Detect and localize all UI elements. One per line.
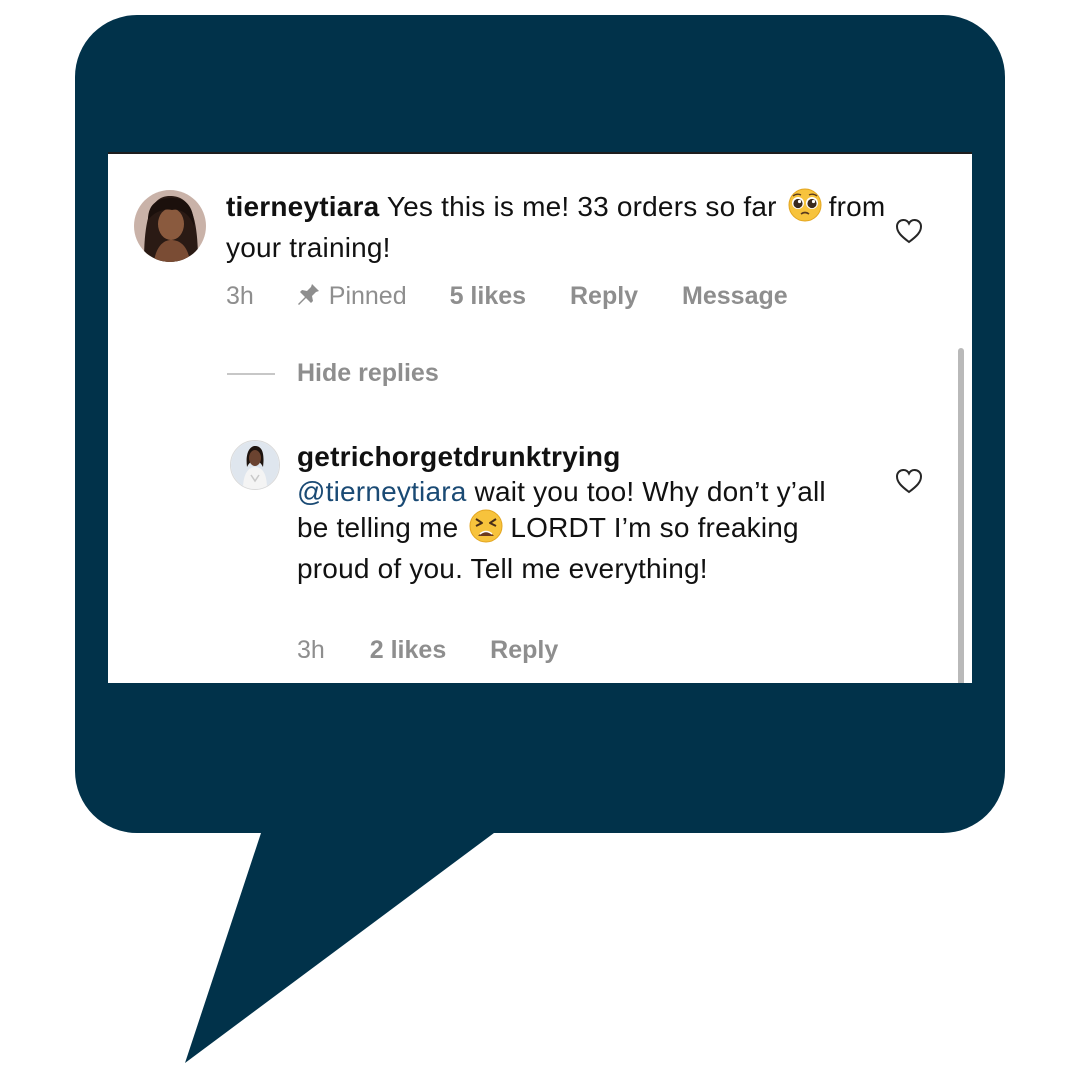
reply-time: 3h — [297, 636, 325, 664]
reply-likes[interactable]: 2 likes — [370, 636, 446, 665]
comment-time: 3h — [226, 282, 254, 310]
reply-username[interactable]: getrichorgetdrunktrying — [297, 441, 621, 472]
comment-likes[interactable]: 5 likes — [450, 282, 526, 311]
pinned-label: Pinned — [328, 282, 407, 310]
reply-reply-button[interactable]: Reply — [490, 636, 558, 665]
comment-body: Yes this is me! 33 orders so far — [386, 191, 777, 222]
pin-icon — [295, 280, 321, 313]
reply-meta: 3h 2 likes Reply — [297, 636, 558, 665]
avatar[interactable] — [134, 190, 206, 262]
pinned-label-group: Pinned — [295, 280, 407, 313]
comment-text: tierneytiara Yes this is me! 33 orders s… — [226, 188, 886, 265]
heart-outline-icon[interactable] — [894, 217, 924, 250]
comment-username[interactable]: tierneytiara — [226, 191, 379, 222]
comment-meta: 3h Pinned 5 likes Reply Message — [226, 280, 788, 313]
heart-outline-icon[interactable] — [894, 467, 924, 500]
scrollbar[interactable] — [958, 348, 964, 683]
hide-replies-button[interactable]: Hide replies — [297, 359, 439, 388]
hide-replies-divider — [227, 373, 275, 375]
comments-screen: tierneytiara Yes this is me! 33 orders s… — [108, 152, 972, 683]
pleading-face-emoji — [787, 188, 823, 230]
tired-face-emoji — [468, 509, 504, 551]
reply-avatar[interactable] — [230, 440, 280, 490]
reply-text: getrichorgetdrunktrying @tierneytiara wa… — [297, 439, 857, 586]
mention-link[interactable]: @tierneytiara — [297, 476, 467, 507]
reply-button[interactable]: Reply — [570, 282, 638, 311]
message-button[interactable]: Message — [682, 282, 788, 311]
